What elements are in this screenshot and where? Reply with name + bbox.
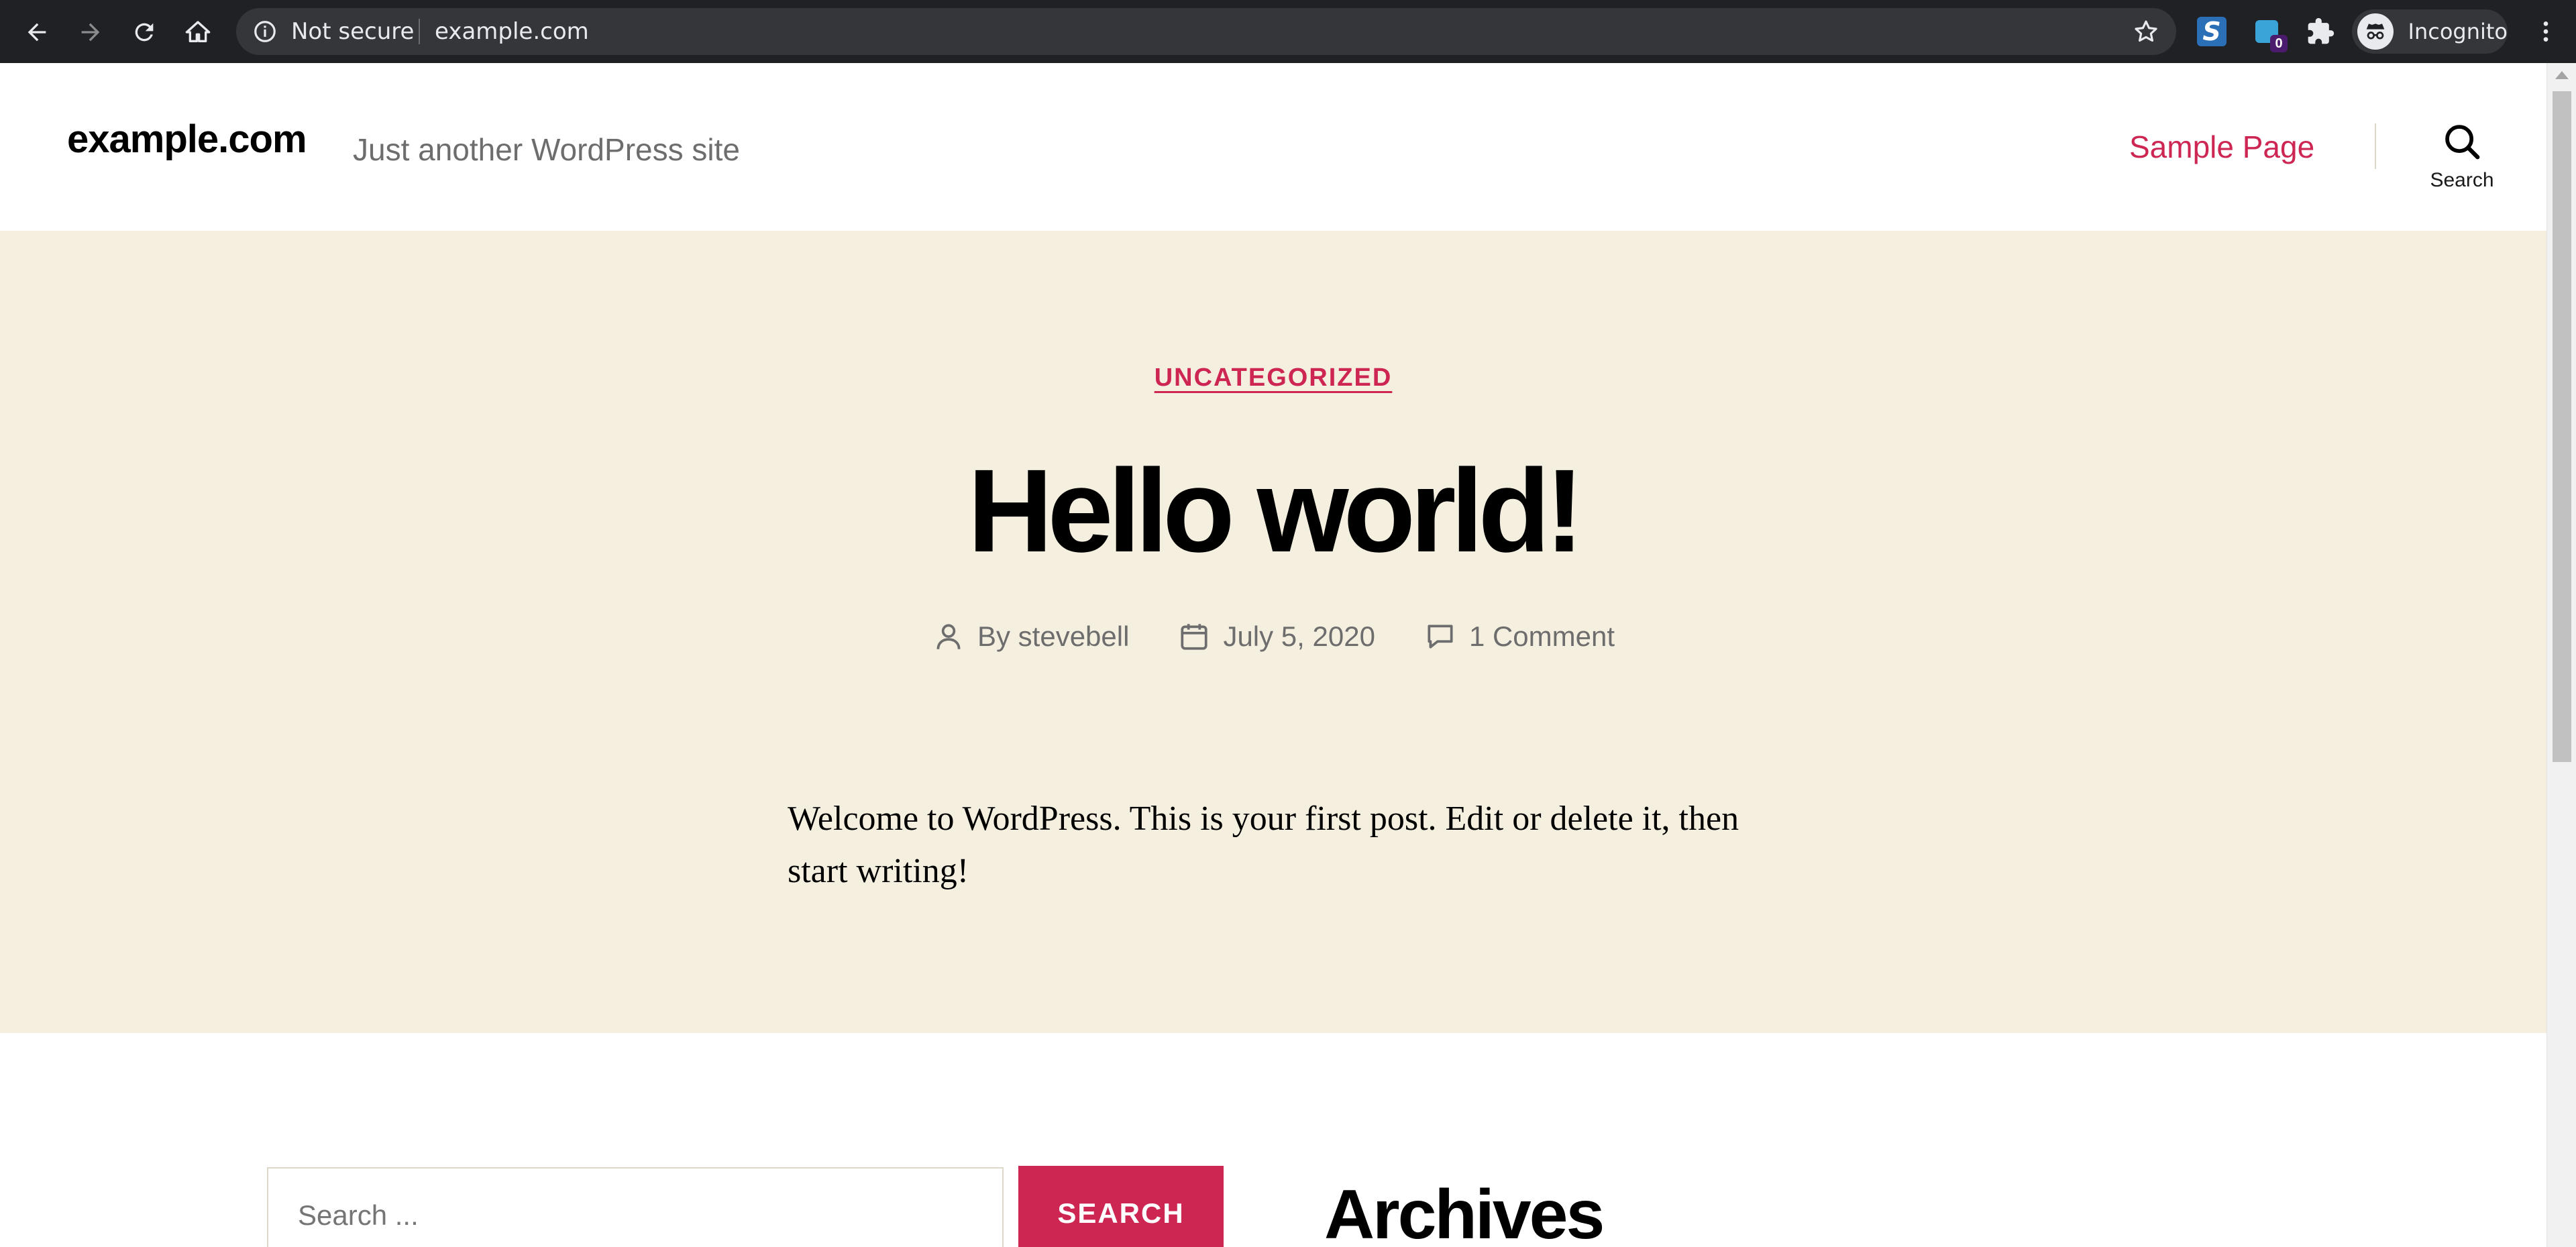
page-scrollbar[interactable] — [2546, 63, 2576, 1247]
profile-label: Incognito — [2408, 19, 2508, 44]
post-title[interactable]: Hello world! — [0, 452, 2546, 570]
comment-icon — [1428, 625, 1453, 649]
post-author-label[interactable]: By stevebell — [977, 620, 1129, 653]
post-date-label[interactable]: July 5, 2020 — [1223, 620, 1375, 653]
forward-button[interactable] — [67, 9, 114, 56]
search-toggle-button[interactable]: Search — [2415, 121, 2509, 201]
category-link[interactable]: UNCATEGORIZED — [1155, 364, 1393, 392]
info-icon[interactable] — [252, 19, 278, 44]
extension-badge-icon: 0 — [2255, 20, 2288, 52]
post-author[interactable]: By stevebell — [932, 620, 1129, 653]
back-button[interactable] — [13, 9, 60, 56]
nav-sample-page[interactable]: Sample Page — [2129, 129, 2314, 165]
post-date[interactable]: July 5, 2020 — [1177, 620, 1375, 653]
extension-badge-count: 0 — [2270, 35, 2288, 52]
profile-button[interactable]: Incognito — [2352, 9, 2508, 54]
category-container: UNCATEGORIZED — [0, 364, 2546, 392]
extension-badge-button[interactable]: 0 — [2249, 13, 2288, 52]
extensions-button[interactable] — [2302, 13, 2339, 50]
post-comments-label[interactable]: 1 Comment — [1469, 620, 1615, 653]
scroll-thumb[interactable] — [2553, 91, 2571, 762]
post-meta: By stevebell July 5, 2020 1 Comment — [0, 620, 2546, 653]
reload-button[interactable] — [121, 9, 168, 56]
post-content: Welcome to WordPress. This is your first… — [788, 800, 1739, 890]
footer-widgets: SEARCH Archives — [0, 1033, 2546, 1247]
search-submit-button[interactable]: SEARCH — [1018, 1166, 1224, 1247]
forward-icon — [81, 23, 100, 42]
person-icon — [936, 624, 961, 649]
back-icon — [28, 23, 46, 42]
archives-heading: Archives — [1324, 1176, 1605, 1247]
search-toggle-label: Search — [2430, 169, 2494, 191]
search-form — [267, 1167, 1004, 1247]
search-input[interactable] — [268, 1169, 1002, 1247]
site-description: Just another WordPress site — [353, 132, 740, 167]
header-divider — [2375, 123, 2376, 169]
url-text[interactable]: example.com — [435, 8, 589, 55]
omnibox-divider — [419, 19, 420, 44]
incognito-icon — [2357, 13, 2394, 50]
address-bar[interactable]: Not secure example.com — [236, 8, 2176, 55]
home-button[interactable] — [174, 9, 221, 56]
extension-s-icon: S — [2197, 17, 2226, 46]
site-title-link[interactable]: example.com — [67, 117, 307, 162]
extension-s-button[interactable]: S — [2194, 13, 2230, 50]
home-icon — [185, 21, 211, 42]
browser-toolbar: Not secure example.com S 0 Incognito — [0, 0, 2576, 63]
post-header: UNCATEGORIZED Hello world! By stevebell … — [0, 231, 2546, 1033]
more-menu-icon — [2543, 21, 2548, 42]
search-icon — [2445, 125, 2480, 160]
security-label[interactable]: Not secure — [291, 8, 414, 55]
puzzle-icon — [2308, 17, 2334, 44]
browser-menu-button[interactable] — [2529, 15, 2563, 48]
scroll-up-arrow[interactable] — [2555, 71, 2569, 79]
reload-icon — [135, 23, 154, 42]
star-icon[interactable] — [2132, 17, 2160, 46]
calendar-icon — [1181, 624, 1208, 650]
site-header: example.com Just another WordPress site … — [0, 63, 2546, 231]
post-comments[interactable]: 1 Comment — [1424, 620, 1615, 653]
